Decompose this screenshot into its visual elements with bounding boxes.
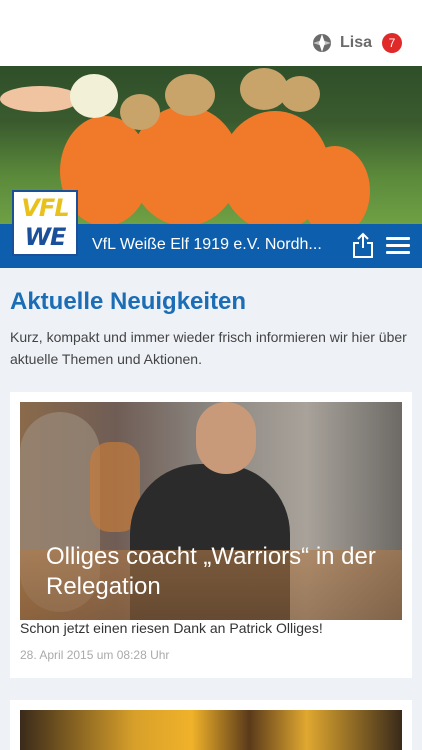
top-bar: Lisa 7 [0, 0, 422, 66]
news-card[interactable]: Olliges coacht „Warriors“ in der Relegat… [10, 392, 412, 678]
club-logo-text-top: VFL [21, 194, 69, 222]
notification-badge[interactable]: 7 [382, 33, 402, 53]
share-icon[interactable] [352, 232, 374, 258]
user-name: Lisa [339, 34, 372, 51]
app-logo-icon [312, 34, 331, 52]
page-title: Aktuelle Neuigkeiten [10, 288, 247, 315]
news-card-image[interactable]: Olliges coacht „Warriors“ in der Relegat… [20, 402, 402, 620]
news-card-headline[interactable]: Olliges coacht „Warriors“ in der Relegat… [46, 542, 386, 602]
club-name[interactable]: VfL Weiße Elf 1919 e.V. Nordh... [92, 236, 342, 254]
club-logo-text-bottom: WE [24, 223, 67, 251]
club-logo[interactable]: VFL WE [12, 190, 78, 256]
user-chip[interactable]: Lisa 7 [312, 32, 402, 54]
hamburger-menu-icon[interactable] [386, 237, 410, 255]
news-card-date: 28. April 2015 um 08:28 Uhr [20, 648, 170, 662]
news-card[interactable] [10, 700, 412, 750]
intro-text: Kurz, kompakt und immer wieder frisch in… [10, 329, 407, 367]
news-card-teaser: Schon jetzt einen riesen Dank an Patrick… [20, 620, 323, 636]
news-card-image[interactable] [20, 710, 402, 750]
